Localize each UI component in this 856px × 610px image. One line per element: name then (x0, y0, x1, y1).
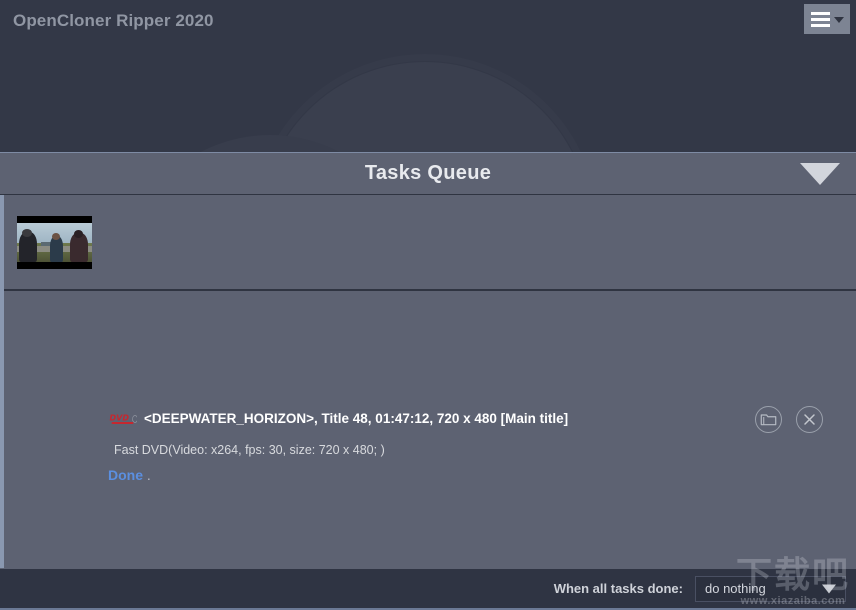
triangle-down-icon (822, 584, 836, 593)
main-menu-button[interactable] (804, 4, 850, 34)
when-all-tasks-done-select[interactable]: do nothing (695, 575, 846, 602)
deco-circle-left (120, 135, 420, 152)
table-row[interactable]: DVD <DEEPWATER_HORIZON>, Title 48, 01:47… (4, 195, 856, 483)
tasks-queue-header[interactable]: Tasks Queue (0, 152, 856, 195)
page-title: OpenCloner Ripper 2020 (13, 11, 214, 30)
deco-ring (252, 54, 598, 152)
task-status: Done . (108, 467, 151, 483)
triangle-down-icon[interactable] (800, 162, 840, 185)
video-thumbnail (17, 216, 92, 269)
svg-text:DVD: DVD (110, 414, 130, 423)
close-circle-icon (804, 414, 815, 425)
deco-circle-large (260, 62, 590, 152)
when-all-tasks-done-value: do nothing (705, 581, 766, 596)
when-all-tasks-done-label: When all tasks done: (553, 581, 683, 596)
app-header: OpenCloner Ripper 2020 (0, 0, 856, 152)
status-badge: Done (108, 467, 143, 483)
dvd-icon: DVD (110, 414, 137, 424)
task-subtitle: Fast DVD(Video: x264, fps: 30, size: 720… (114, 443, 385, 457)
footer-bar: When all tasks done: do nothing (0, 568, 856, 610)
tasks-queue-title: Tasks Queue (364, 162, 492, 184)
open-folder-button[interactable] (755, 406, 782, 433)
app-window: OpenCloner Ripper 2020 Tasks Queue DVD <… (0, 0, 856, 610)
tasks-list: DVD <DEEPWATER_HORIZON>, Title 48, 01:47… (0, 195, 856, 568)
folder-icon (760, 414, 777, 426)
task-actions (755, 406, 823, 433)
remove-task-button[interactable] (796, 406, 823, 433)
hamburger-menu-icon (810, 11, 830, 27)
status-suffix: . (146, 467, 151, 483)
task-title: <DEEPWATER_HORIZON>, Title 48, 01:47:12,… (144, 411, 569, 426)
chevron-down-icon (833, 17, 844, 23)
